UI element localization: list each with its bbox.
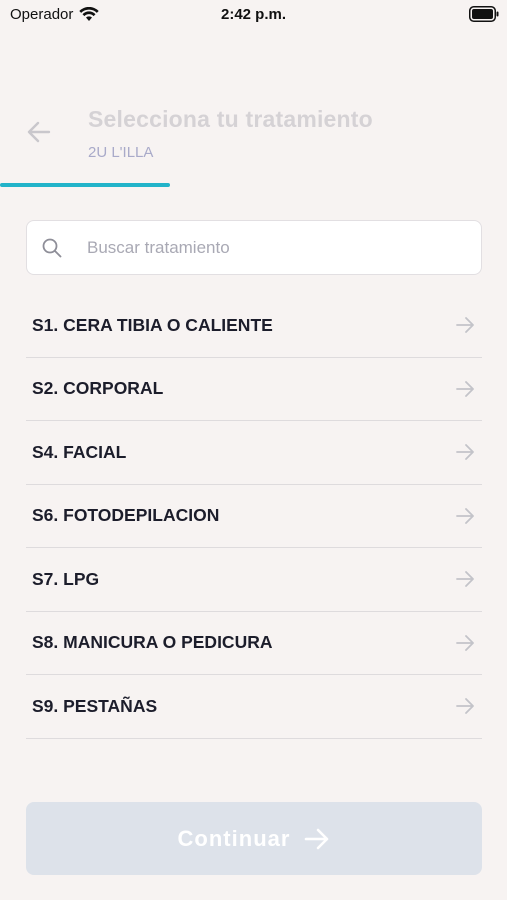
app-screen: Operador 2:42 p.m. Selecciona tu tratami…	[0, 0, 507, 900]
list-item-label: S7. LPG	[32, 568, 100, 589]
list-item-label: S9. PESTAÑAS	[32, 695, 158, 716]
list-item-label: S4. FACIAL	[32, 441, 127, 462]
list-item-s4[interactable]: S4. FACIAL	[26, 421, 482, 485]
list-item-label: S2. CORPORAL	[32, 378, 164, 399]
arrow-right-icon	[305, 828, 329, 849]
progress-bar	[0, 183, 507, 187]
search-input[interactable]	[87, 221, 467, 274]
page-title: Selecciona tu tratamiento	[88, 106, 373, 132]
list-item-s8[interactable]: S8. MANICURA O PEDICURA	[26, 612, 482, 675]
back-button[interactable]	[24, 117, 54, 147]
chevron-right-icon	[456, 507, 474, 524]
chevron-right-icon	[456, 634, 474, 651]
chevron-right-icon	[456, 698, 474, 715]
list-item-label: S1. CERA TIBIA O CALIENTE	[32, 314, 273, 335]
chevron-right-icon	[456, 571, 474, 588]
chevron-right-icon	[456, 317, 474, 334]
progress-bar-fill	[0, 183, 170, 187]
list-item-s9[interactable]: S9. PESTAÑAS	[26, 675, 482, 739]
list-item-label: S6. FOTODEPILACION	[32, 505, 220, 526]
chevron-right-icon	[456, 380, 474, 397]
search-icon	[42, 238, 62, 258]
list-item-s6[interactable]: S6. FOTODEPILACION	[26, 485, 482, 548]
status-time: 2:42 p.m.	[220, 6, 287, 23]
continue-button[interactable]: Continuar	[26, 802, 482, 875]
list-item-s7[interactable]: S7. LPG	[26, 548, 482, 612]
list-item-label: S8. MANICURA O PEDICURA	[32, 632, 273, 653]
back-arrow-icon	[27, 121, 51, 143]
treatment-list: S1. CERA TIBIA O CALIENTE S2. CORPORAL S…	[26, 294, 482, 739]
search-box[interactable]	[26, 220, 482, 275]
continue-button-label: Continuar	[177, 825, 291, 851]
chevron-right-icon	[456, 444, 474, 461]
status-bar: Operador 2:42 p.m.	[0, 0, 507, 30]
list-item-s1[interactable]: S1. CERA TIBIA O CALIENTE	[26, 294, 482, 358]
page-subtitle: 2U L'ILLA	[88, 144, 154, 161]
battery-icon	[469, 6, 499, 22]
list-item-s2[interactable]: S2. CORPORAL	[26, 358, 482, 421]
